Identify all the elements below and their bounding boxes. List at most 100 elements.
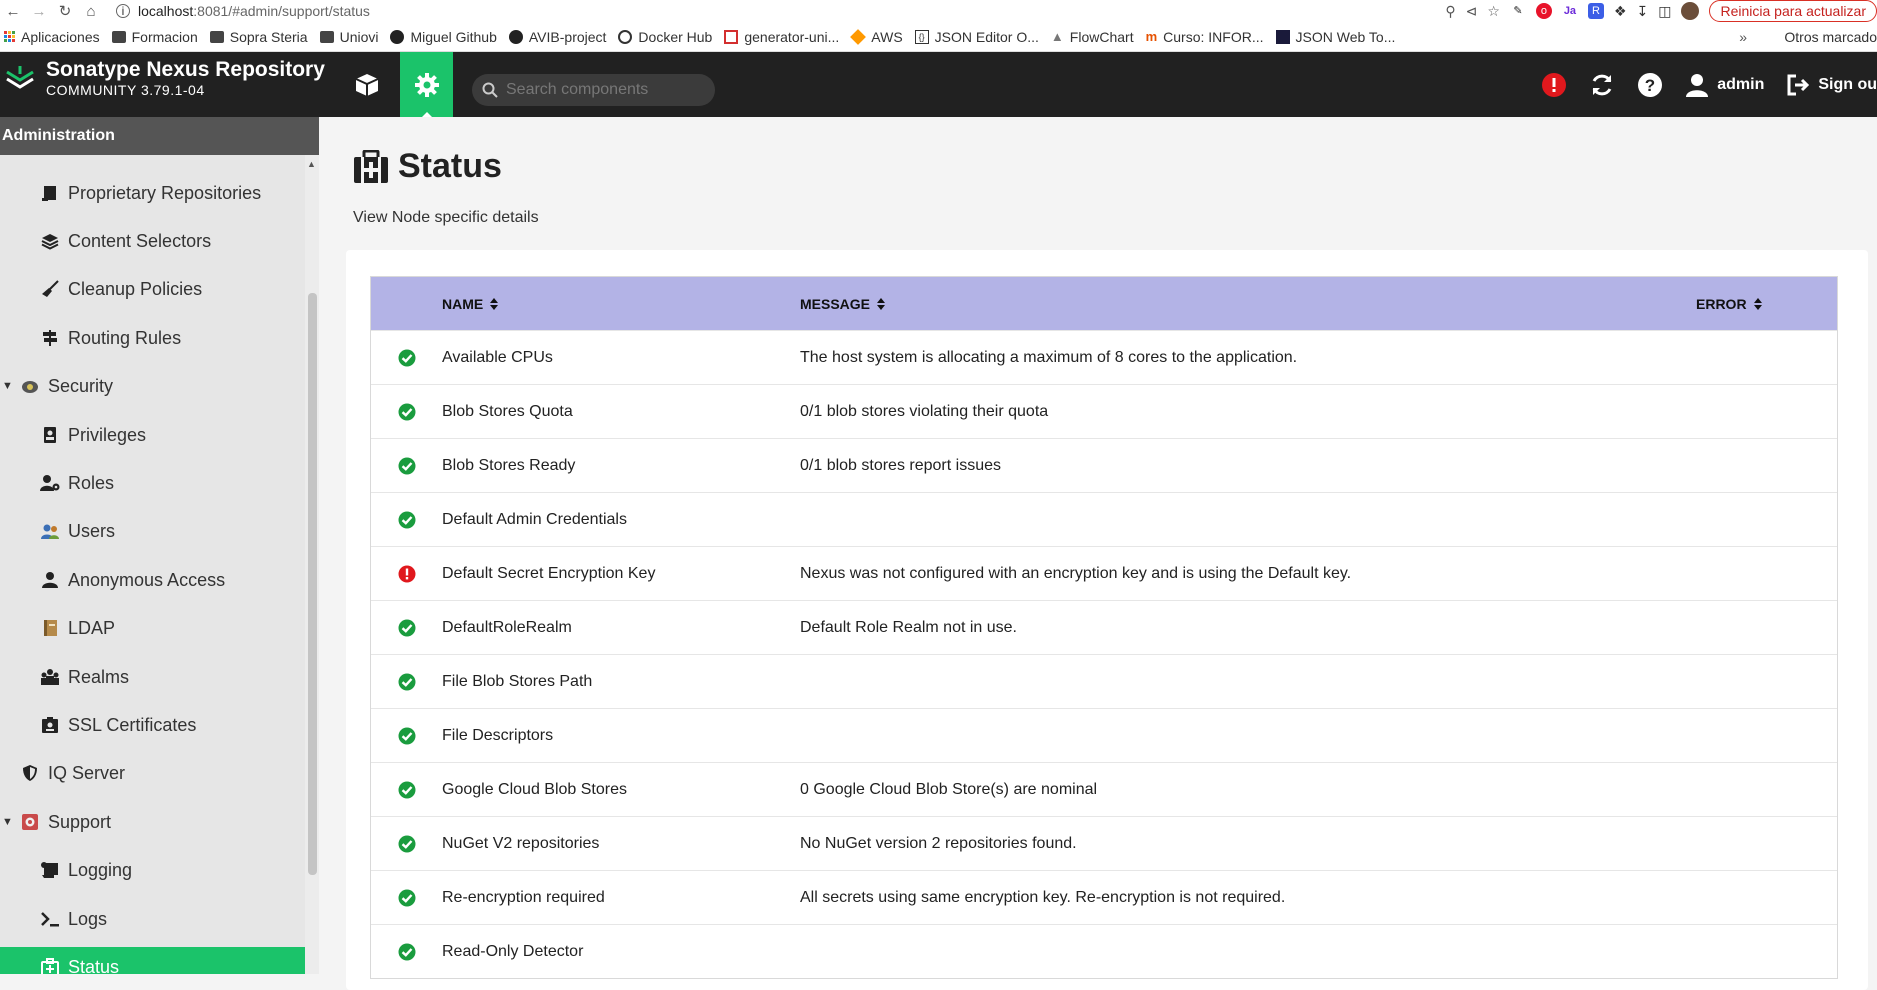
table-row[interactable]: DefaultRoleRealm Default Role Realm not i… [371,600,1837,654]
home-icon[interactable]: ⌂ [78,3,104,20]
update-button[interactable]: Reinicia para actualizar [1709,0,1877,22]
sidebar-item-cleanup-policies[interactable]: Cleanup Policies [0,269,305,309]
table-row[interactable]: Available CPUs The host system is allocat… [371,330,1837,384]
sidebar-item-status[interactable]: Status [0,947,305,974]
search-icon [482,82,498,98]
reload-icon[interactable]: ↻ [52,2,78,20]
zoom-icon[interactable]: ⚲ [1445,3,1455,20]
bookmark-apps[interactable]: Aplicaciones [4,29,100,45]
status-cell [371,511,442,529]
error-circle-icon [398,565,415,582]
help-icon: ? [1638,72,1663,97]
extension-ja-icon[interactable]: Ja [1561,3,1578,19]
bookmark-uniovi[interactable]: Uniovi [319,29,378,45]
profile-avatar[interactable] [1681,2,1700,20]
name-column-header[interactable]: NAME [442,296,800,312]
chevron-down-icon[interactable]: ▼ [2,816,16,828]
sidebar-item-label: Logging [68,859,133,880]
refresh-button[interactable] [1589,72,1615,98]
message-cell: No NuGet version 2 repositories found. [800,834,1077,852]
search-box[interactable] [472,74,715,106]
error-column-header[interactable]: ERROR [1696,296,1836,312]
browser-toolbar: ← → ↻ ⌂ i localhost:8081/#admin/support/… [0,0,1877,22]
help-button[interactable]: ? [1637,72,1663,98]
sidebar-item-ldap[interactable]: LDAP [0,608,305,648]
table-row[interactable]: Re-encryption required All secrets using … [371,870,1837,924]
check-circle-icon [398,403,415,420]
sidebar-item-logs[interactable]: Logs [0,899,305,939]
sign-out-button[interactable]: Sign ou [1786,73,1877,97]
back-icon[interactable]: ← [0,3,26,20]
check-circle-icon [398,835,415,852]
administration-button[interactable] [400,52,453,117]
bookmark-formacion[interactable]: Formacion [111,28,198,45]
table-row[interactable]: Read-Only Detector [371,924,1837,978]
sidebar-item-iq-server[interactable]: IQ Server [0,753,305,793]
sidebar-item-support[interactable]: ▼ Support [0,802,305,842]
extension-blue-icon[interactable]: R [1587,3,1604,19]
system-alert-button[interactable] [1541,72,1567,98]
sidebar-item-users[interactable]: Users [0,511,305,551]
bookmark-label: Formacion [131,28,198,45]
sidebar-item-content-selectors[interactable]: Content Selectors [0,221,305,261]
download-icon[interactable]: ↧ [1637,3,1649,20]
bookmark-generator[interactable]: generator-uni... [724,29,839,45]
star-icon[interactable]: ☆ [1487,3,1500,20]
bookmark-other[interactable]: Otros marcado [1778,29,1877,45]
proprietary-icon [40,183,60,203]
table-row[interactable]: File Blob Stores Path [371,654,1837,708]
sidebar-item-roles[interactable]: Roles [0,463,305,503]
status-cell [371,403,442,421]
scroll-up-icon[interactable]: ▲ [307,159,316,169]
bookmarks-more-button[interactable]: » [1739,29,1747,45]
folder-icon [319,30,334,43]
bookmark-sopra[interactable]: Sopra Steria [209,29,308,45]
address-bar[interactable]: i localhost:8081/#admin/support/status [116,3,370,19]
bookmark-aws[interactable]: AWS [850,29,903,45]
sidebar-item-ssl-certificates[interactable]: SSL Certificates [0,705,305,745]
table-row[interactable]: Default Admin Credentials [371,492,1837,546]
search-input[interactable] [506,81,706,99]
sidebar-scrollbar[interactable]: ▲ [305,155,319,974]
bookmark-avib[interactable]: AVIB-project [508,29,606,45]
bookmark-json-editor[interactable]: {} JSON Editor O... [914,29,1039,45]
sidebar-item-security[interactable]: ▼ Security [0,366,305,406]
sidebar-item-realms[interactable]: Realms [0,657,305,697]
message-column-header[interactable]: MESSAGE [800,296,1696,312]
sidebar-item-privileges[interactable]: Privileges [0,415,305,455]
medkit-icon [40,957,60,974]
browse-button[interactable] [340,52,393,117]
share-icon[interactable]: ⊲ [1466,3,1478,20]
bookmark-flowchart[interactable]: ▲ FlowChart [1051,29,1134,45]
lifebuoy-icon [20,812,40,832]
sidepanel-icon[interactable]: ◫ [1658,3,1671,20]
bookmark-github[interactable]: Miguel Github [390,29,497,45]
table-row[interactable]: NuGet V2 repositories No NuGet version 2 … [371,816,1837,870]
sidebar-item-label: Security [48,375,114,396]
puzzle-icon[interactable]: ❖ [1614,3,1627,20]
bookmark-jwt[interactable]: JSON Web To... [1275,29,1395,45]
bookmark-dockerhub[interactable]: Docker Hub [618,29,712,45]
extension-red-icon[interactable]: o [1535,3,1552,19]
brand[interactable]: Sonatype Nexus Repository COMMUNITY 3.79… [4,58,325,98]
sidebar-item-routing-rules[interactable]: Routing Rules [0,318,305,358]
scrollbar-thumb[interactable] [308,293,317,875]
user-button[interactable]: admin [1685,72,1764,98]
chevron-down-icon[interactable]: ▼ [2,380,16,392]
extension-pen-icon[interactable]: ✎ [1509,3,1526,19]
forward-icon[interactable]: → [26,3,52,20]
name-cell: Available CPUs [442,348,553,366]
status-cell [371,835,442,853]
info-icon[interactable]: i [116,4,130,18]
sidebar-item-logging[interactable]: Logging [0,850,305,890]
docker-icon [618,29,633,44]
sidebar-item-anonymous-access[interactable]: Anonymous Access [0,560,305,600]
sidebar-item-proprietary-repositories[interactable]: Proprietary Repositories [0,173,305,213]
table-row[interactable]: Google Cloud Blob Stores 0 Google Cloud B… [371,762,1837,816]
table-row[interactable]: File Descriptors [371,708,1837,762]
sidebar-item-label: Routing Rules [68,327,182,348]
table-row[interactable]: Blob Stores Ready 0/1 blob stores report … [371,438,1837,492]
bookmark-curso[interactable]: m Curso: INFOR... [1146,29,1264,45]
table-row[interactable]: Default Secret Encryption Key Nexus was n… [371,546,1837,600]
table-row[interactable]: Blob Stores Quota 0/1 blob stores violati… [371,384,1837,438]
